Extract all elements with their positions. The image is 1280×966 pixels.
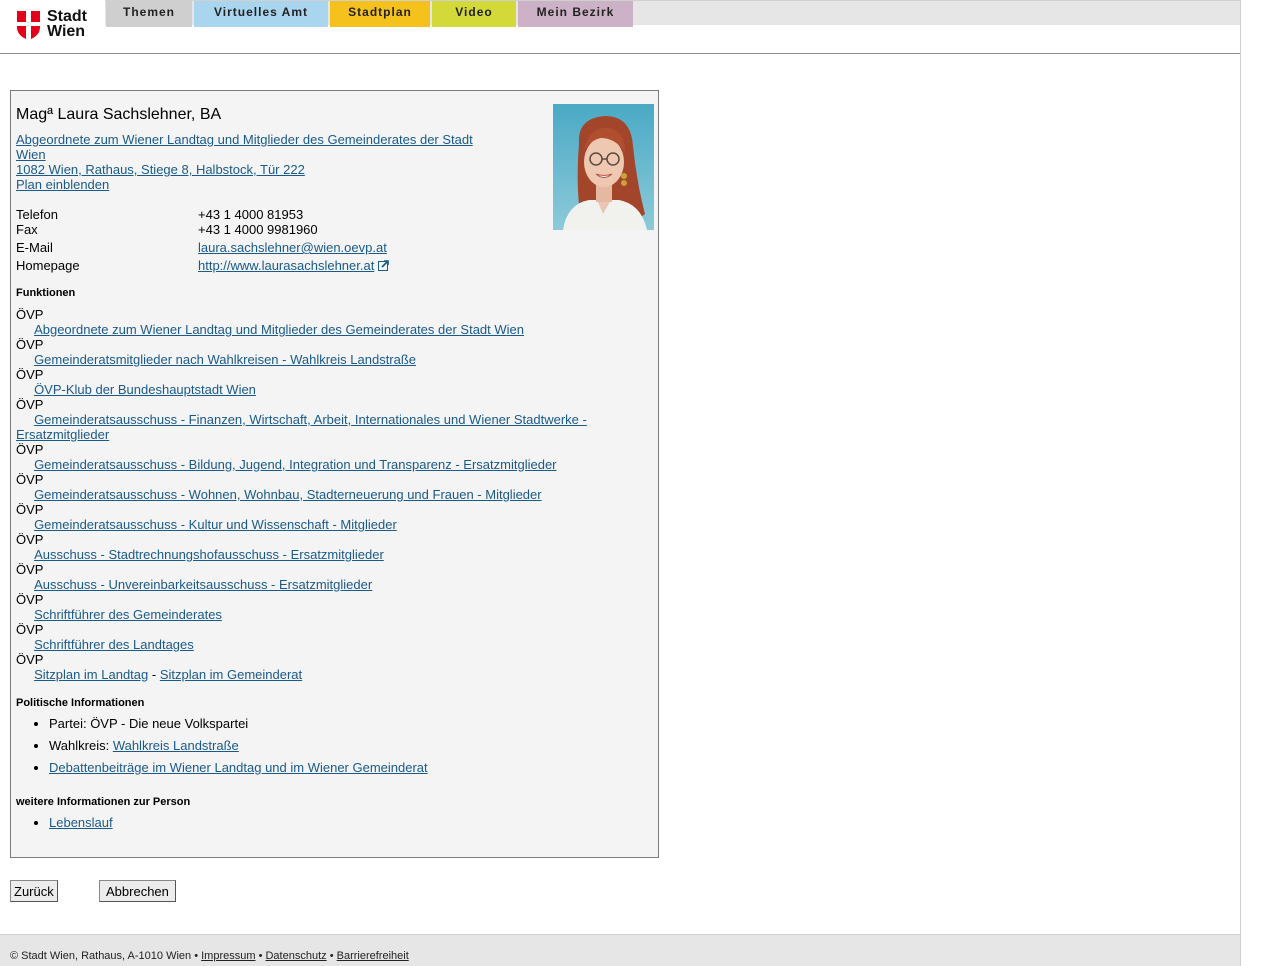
party-label: ÖVP	[16, 502, 44, 517]
political-info-list: Partei: ÖVP - Die neue Volkspartei Wahlk…	[16, 716, 428, 775]
function-item: Gemeinderatsausschuss - Bildung, Jugend,…	[16, 457, 636, 472]
privacy-link[interactable]: Datenschutz	[265, 950, 326, 962]
function-item: Gemeinderatsausschuss - Wohnen, Wohnbau,…	[16, 487, 636, 502]
homepage-label: Homepage	[16, 258, 80, 273]
wien-shield-icon	[17, 11, 40, 40]
party-value: ÖVP - Die neue Volkspartei	[90, 716, 249, 731]
logo-wordmark: Stadt Wien	[47, 9, 87, 40]
phone-value: +43 1 4000 81953	[198, 207, 304, 222]
party-label: ÖVP	[16, 562, 44, 577]
party-item: Partei: ÖVP - Die neue Volkspartei	[49, 716, 428, 731]
page-gutter	[1240, 0, 1280, 966]
function-link[interactable]: Schriftführer des Gemeinderates	[34, 607, 222, 622]
homepage-row: http://www.laurasachslehner.at	[198, 258, 390, 273]
more-info-heading: weitere Informationen zur Person	[16, 796, 191, 808]
more-info-list: Lebenslauf	[16, 815, 113, 830]
function-item: ÖVP-Klub der Bundeshauptstadt Wien	[16, 382, 636, 397]
party-label: ÖVP	[16, 367, 44, 382]
external-link-icon	[378, 260, 390, 271]
functions-heading: Funktionen	[16, 287, 76, 299]
accessibility-link[interactable]: Barrierefreiheit	[337, 950, 409, 962]
logo-line-2: Wien	[47, 23, 86, 40]
tab-stadtplan[interactable]: Stadtplan	[330, 1, 430, 27]
cv-link[interactable]: Lebenslauf	[49, 815, 113, 830]
function-item: Abgeordnete zum Wiener Landtag und Mitgl…	[16, 322, 636, 337]
party-label: ÖVP	[16, 532, 44, 547]
copyright: © Stadt Wien, Rathaus, A-1010 Wien	[10, 950, 192, 962]
stadt-wien-logo[interactable]: Stadt Wien	[17, 9, 97, 43]
function-link[interactable]: Gemeinderatsausschuss - Bildung, Jugend,…	[34, 457, 556, 472]
show-map-link[interactable]: Plan einblenden	[16, 177, 109, 192]
tab-video[interactable]: Video	[432, 1, 516, 27]
party-label: ÖVP	[16, 397, 44, 412]
cv-item: Lebenslauf	[49, 815, 113, 830]
role-link[interactable]: Abgeordnete zum Wiener Landtag und Mitgl…	[16, 132, 486, 162]
function-item: Ausschuss - Stadtrechnungshofausschuss -…	[16, 547, 636, 562]
political-info-heading: Politische Informationen	[16, 697, 145, 709]
person-name: Magª Laura Sachslehner, BA	[16, 106, 222, 123]
party-label: ÖVP	[16, 442, 44, 457]
footer-separator: •	[255, 950, 266, 962]
cancel-button[interactable]: Abbrechen	[99, 880, 176, 902]
function-item: Gemeinderatsausschuss - Kultur und Wisse…	[16, 517, 636, 532]
fax-value: +43 1 4000 9981960	[198, 222, 318, 237]
portrait-image	[553, 104, 654, 230]
function-item: Schriftführer des Gemeinderates	[16, 607, 636, 622]
functions-list: ÖVP Abgeordnete zum Wiener Landtag und M…	[16, 307, 636, 682]
seating-plan-gemeinderat-link[interactable]: Sitzplan im Gemeinderat	[160, 667, 302, 682]
function-item: Gemeinderatsmitglieder nach Wahlkreisen …	[16, 352, 636, 367]
function-link[interactable]: Schriftführer des Landtages	[34, 637, 194, 652]
site-footer: © Stadt Wien, Rathaus, A-1010 Wien • Imp…	[0, 934, 1240, 966]
person-details-panel: Magª Laura Sachslehner, BA Abgeordnete z…	[10, 90, 659, 858]
address-link[interactable]: 1082 Wien, Rathaus, Stiege 8, Halbstock,…	[16, 162, 305, 177]
debates-item: Debattenbeiträge im Wiener Landtag und i…	[49, 760, 428, 775]
seating-separator: -	[148, 667, 160, 682]
party-label: ÖVP	[16, 337, 44, 352]
party-prefix: Partei:	[49, 716, 91, 731]
function-link[interactable]: Gemeinderatsausschuss - Wohnen, Wohnbau,…	[34, 487, 542, 502]
function-item: Ausschuss - Unvereinbarkeitsausschuss - …	[16, 577, 636, 592]
tab-virtuelles-amt[interactable]: Virtuelles Amt	[194, 1, 328, 27]
district-item: Wahlkreis: Wahlkreis Landstraße	[49, 738, 428, 753]
site-header: Stadt Wien Themen Virtuelles Amt Stadtpl…	[0, 0, 1240, 54]
seating-plan-landtag-link[interactable]: Sitzplan im Landtag	[34, 667, 148, 682]
back-button[interactable]: Zurück	[10, 880, 58, 902]
person-photo	[553, 104, 654, 230]
tab-mein-bezirk[interactable]: Mein Bezirk	[518, 1, 633, 27]
party-label: ÖVP	[16, 622, 44, 637]
function-link[interactable]: Gemeinderatsausschuss - Finanzen, Wirtsc…	[16, 412, 587, 442]
function-link[interactable]: Ausschuss - Unvereinbarkeitsausschuss - …	[34, 577, 372, 592]
party-label: ÖVP	[16, 307, 44, 322]
imprint-link[interactable]: Impressum	[201, 950, 255, 962]
homepage-link[interactable]: http://www.laurasachslehner.at	[198, 258, 374, 273]
function-item: Gemeinderatsausschuss - Finanzen, Wirtsc…	[16, 412, 616, 442]
district-prefix: Wahlkreis:	[49, 738, 113, 753]
tab-label: Video	[455, 5, 493, 19]
function-item: Schriftführer des Landtages	[16, 637, 636, 652]
tab-label: Stadtplan	[348, 5, 412, 19]
main-navigation: Themen Virtuelles Amt Stadtplan Video Me…	[105, 0, 1240, 27]
footer-text: © Stadt Wien, Rathaus, A-1010 Wien • Imp…	[10, 950, 409, 962]
debates-link[interactable]: Debattenbeiträge im Wiener Landtag und i…	[49, 760, 428, 775]
function-link[interactable]: Gemeinderatsausschuss - Kultur und Wisse…	[34, 517, 397, 532]
tab-label: Themen	[122, 5, 175, 19]
function-link[interactable]: Ausschuss - Stadtrechnungshofausschuss -…	[34, 547, 384, 562]
phone-label: Telefon	[16, 207, 58, 222]
tab-label: Mein Bezirk	[536, 5, 615, 19]
function-link[interactable]: ÖVP-Klub der Bundeshauptstadt Wien	[34, 382, 256, 397]
footer-separator: •	[191, 950, 202, 962]
email-link[interactable]: laura.sachslehner@wien.oevp.at	[198, 240, 387, 255]
district-link[interactable]: Wahlkreis Landstraße	[113, 738, 239, 753]
function-link[interactable]: Abgeordnete zum Wiener Landtag und Mitgl…	[34, 322, 524, 337]
fax-label: Fax	[16, 222, 38, 237]
tab-themen[interactable]: Themen	[106, 1, 192, 27]
seating-plan-row: Sitzplan im Landtag - Sitzplan im Gemein…	[16, 667, 636, 682]
function-link[interactable]: Gemeinderatsmitglieder nach Wahlkreisen …	[34, 352, 416, 367]
email-label: E-Mail	[16, 240, 53, 255]
party-label: ÖVP	[16, 652, 44, 667]
party-label: ÖVP	[16, 472, 44, 487]
tab-label: Virtuelles Amt	[213, 5, 309, 19]
footer-separator: •	[326, 950, 337, 962]
party-label: ÖVP	[16, 592, 44, 607]
